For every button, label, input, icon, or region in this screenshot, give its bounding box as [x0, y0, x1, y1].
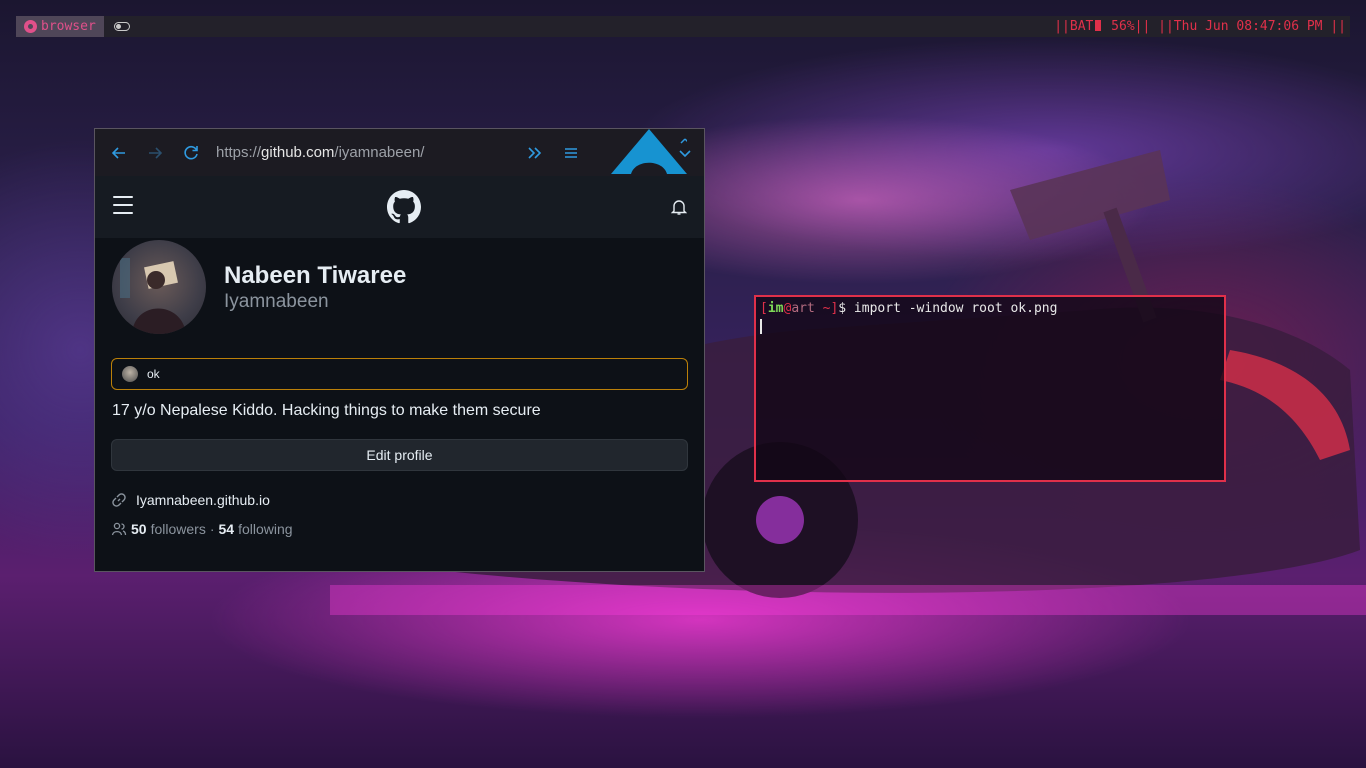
avatar[interactable]	[112, 240, 206, 334]
people-icon	[111, 522, 127, 536]
profile-username: Iyamnabeen	[224, 291, 329, 312]
url-prefix: https://	[216, 144, 262, 161]
prompt-bracket-open: [	[760, 301, 768, 316]
url-host: github.com	[261, 144, 335, 161]
battery-clock-text: 56%|| ||Thu Jun 08:47:06 PM ||	[1103, 19, 1346, 34]
reload-icon[interactable]	[181, 143, 201, 163]
workspace-tab[interactable]: browser	[16, 16, 104, 37]
toggle-icon[interactable]	[113, 22, 130, 31]
top-status-bar: browser ||BAT 56%|| ||Thu Jun 08:47:06 P…	[16, 16, 1350, 37]
url-bar[interactable]: https://github.com/iyamnabeen/	[216, 144, 424, 161]
browser-window: https://github.com/iyamnabeen/ Nabeen Ti…	[94, 128, 705, 572]
overflow-icon[interactable]	[525, 143, 545, 163]
followers-separator: ·	[209, 521, 215, 537]
battery-icon	[1095, 20, 1102, 31]
terminal-prompt-line: [im@art ~]$ import -window root ok.png	[760, 301, 1057, 316]
prompt-user: im	[767, 301, 784, 316]
back-arrow-icon[interactable]	[109, 143, 129, 163]
followers-row: 50 followers · 54 following	[111, 521, 293, 537]
edit-profile-button[interactable]: Edit profile	[111, 439, 688, 471]
workspace-label: browser	[41, 19, 96, 34]
profile-bio: 17 y/o Nepalese Kiddo. Hacking things to…	[112, 402, 541, 419]
bell-icon[interactable]	[671, 198, 687, 216]
link-icon	[112, 493, 126, 507]
status-text: ok	[147, 367, 160, 381]
status-text: ||BAT 56%|| ||Thu Jun 08:47:06 PM ||	[1054, 19, 1350, 34]
forward-arrow-icon[interactable]	[145, 143, 165, 163]
profile-section: Nabeen Tiwaree Iyamnabeen ok 17 y/o Nepa…	[95, 238, 704, 571]
hamburger-icon[interactable]	[113, 196, 133, 214]
status-emoji-icon	[122, 366, 138, 382]
following-count[interactable]: 54	[219, 521, 235, 537]
following-label[interactable]: following	[238, 521, 292, 537]
terminal-command: $ import -window root ok.png	[838, 301, 1058, 316]
website-row: Iyamnabeen.github.io	[111, 492, 270, 508]
browser-toolbar: https://github.com/iyamnabeen/	[95, 129, 704, 176]
prompt-tilde: ~	[814, 301, 831, 316]
battery-label: ||BAT	[1054, 19, 1094, 34]
prompt-host: art	[791, 301, 815, 316]
followers-count[interactable]: 50	[131, 521, 147, 537]
github-logo[interactable]	[387, 190, 421, 224]
url-path: /iyamnabeen/	[334, 144, 425, 161]
profile-full-name: Nabeen Tiwaree	[224, 262, 407, 289]
chevron-down-icon[interactable]	[675, 143, 695, 163]
website-link[interactable]: Iyamnabeen.github.io	[136, 492, 270, 508]
user-status[interactable]: ok	[111, 358, 688, 390]
menu-icon[interactable]	[561, 143, 581, 163]
followers-label[interactable]: followers	[151, 521, 206, 537]
terminal-cursor	[760, 319, 762, 334]
terminal-window[interactable]: [im@art ~]$ import -window root ok.png	[754, 295, 1226, 482]
browser-icon	[24, 20, 37, 33]
github-header	[95, 176, 704, 238]
